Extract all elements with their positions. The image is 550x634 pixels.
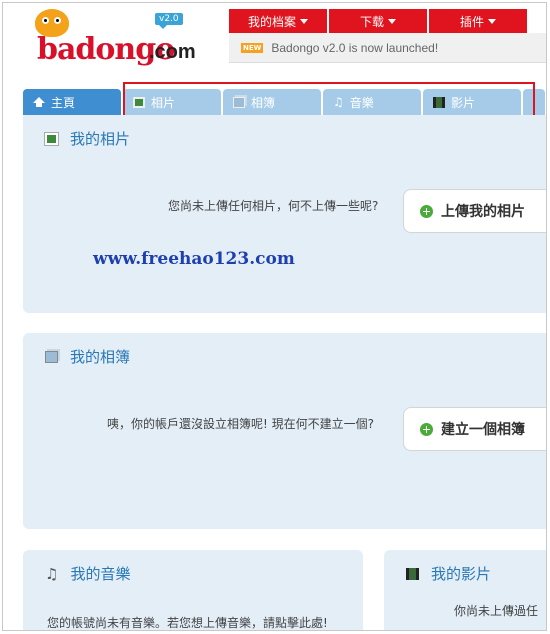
empty-albums-message: 咦，你的帳戶還沒設立相簿呢! 現在何不建立一個?	[107, 417, 374, 431]
my-videos-panel: 我的影片 你尚未上傳過任	[384, 550, 546, 630]
my-music-panel: ♫ 我的音樂 您的帳號尚未有音樂。若您想上傳音樂，請點擊此處!	[23, 550, 363, 630]
tab-label: 主頁	[51, 95, 76, 110]
music-icon: ♫	[333, 94, 344, 109]
menu-my-profile[interactable]: 我的档案	[229, 9, 327, 33]
panel-title: 我的影片	[406, 563, 491, 584]
empty-music-message[interactable]: 您的帳號尚未有音樂。若您想上傳音樂，請點擊此處!	[47, 614, 328, 630]
menu-download[interactable]: 下载	[329, 9, 427, 33]
news-bar: NEW Badongo v2.0 is now launched!	[229, 33, 546, 63]
chevron-down-icon	[388, 18, 396, 24]
panel-title: 我的相簿	[45, 346, 130, 367]
film-icon	[406, 567, 419, 580]
panel-title-text[interactable]: 我的相片	[70, 128, 130, 149]
tab-albums[interactable]: 相簿	[223, 89, 321, 115]
panel-title: 我的相片	[44, 128, 130, 149]
my-photos-panel: 我的相片 您尚未上傳任何相片，何不上傳一些呢? 上傳我的相片	[23, 115, 546, 313]
music-icon: ♫	[45, 564, 59, 583]
plus-icon	[420, 204, 433, 218]
tab-music[interactable]: ♫ 音樂	[323, 89, 421, 115]
photo-icon	[44, 131, 59, 146]
tab-label: 影片	[451, 95, 476, 110]
menu-plugins[interactable]: 插件	[429, 9, 527, 33]
panel-title-text[interactable]: 我的相簿	[70, 346, 130, 367]
tab-videos[interactable]: 影片	[423, 89, 521, 115]
album-icon	[233, 96, 245, 108]
page-frame: v2.0 badongo .com 我的档案 下载 插件 NEW Badongo…	[2, 2, 547, 631]
new-badge-icon: NEW	[241, 42, 264, 53]
main-tabs: 主頁 相片 相簿 ♫ 音樂 影片	[23, 89, 545, 115]
film-icon	[433, 96, 445, 108]
album-icon	[45, 350, 58, 363]
panel-title-text[interactable]: 我的影片	[431, 563, 491, 584]
empty-videos-message: 你尚未上傳過任	[454, 604, 539, 618]
menu-label: 我的档案	[247, 14, 296, 29]
tab-more[interactable]	[523, 89, 545, 115]
tab-home[interactable]: 主頁	[23, 89, 121, 115]
menu-label: 插件	[459, 14, 484, 29]
chevron-down-icon	[488, 18, 496, 24]
tab-photos[interactable]: 相片	[123, 89, 221, 115]
version-badge: v2.0	[155, 13, 183, 29]
menu-label: 下载	[359, 14, 384, 29]
home-icon	[33, 96, 45, 108]
tab-label: 相片	[151, 95, 176, 110]
news-text[interactable]: Badongo v2.0 is now launched!	[271, 41, 438, 55]
empty-photos-message: 您尚未上傳任何相片，何不上傳一些呢?	[168, 199, 379, 213]
chevron-down-icon	[300, 18, 308, 24]
create-album-button[interactable]: 建立一個相簿	[403, 407, 546, 451]
plus-icon	[420, 422, 433, 436]
panel-title: ♫ 我的音樂	[45, 563, 130, 584]
tab-label: 音樂	[349, 95, 374, 110]
panel-title-text[interactable]: 我的音樂	[70, 563, 130, 584]
watermark-text: www.freehao123.com	[93, 249, 295, 269]
button-label: 上傳我的相片	[441, 204, 525, 220]
tab-label: 相簿	[251, 95, 276, 110]
photo-icon	[133, 96, 145, 108]
logo-suffix: .com	[149, 41, 196, 63]
upload-photos-button[interactable]: 上傳我的相片	[403, 189, 546, 233]
my-albums-panel: 我的相簿 咦，你的帳戶還沒設立相簿呢! 現在何不建立一個? 建立一個相簿	[23, 333, 546, 529]
badongo-logo[interactable]: v2.0 badongo .com	[31, 7, 211, 77]
button-label: 建立一個相簿	[441, 422, 525, 438]
top-menu: 我的档案 下载 插件	[229, 9, 527, 33]
